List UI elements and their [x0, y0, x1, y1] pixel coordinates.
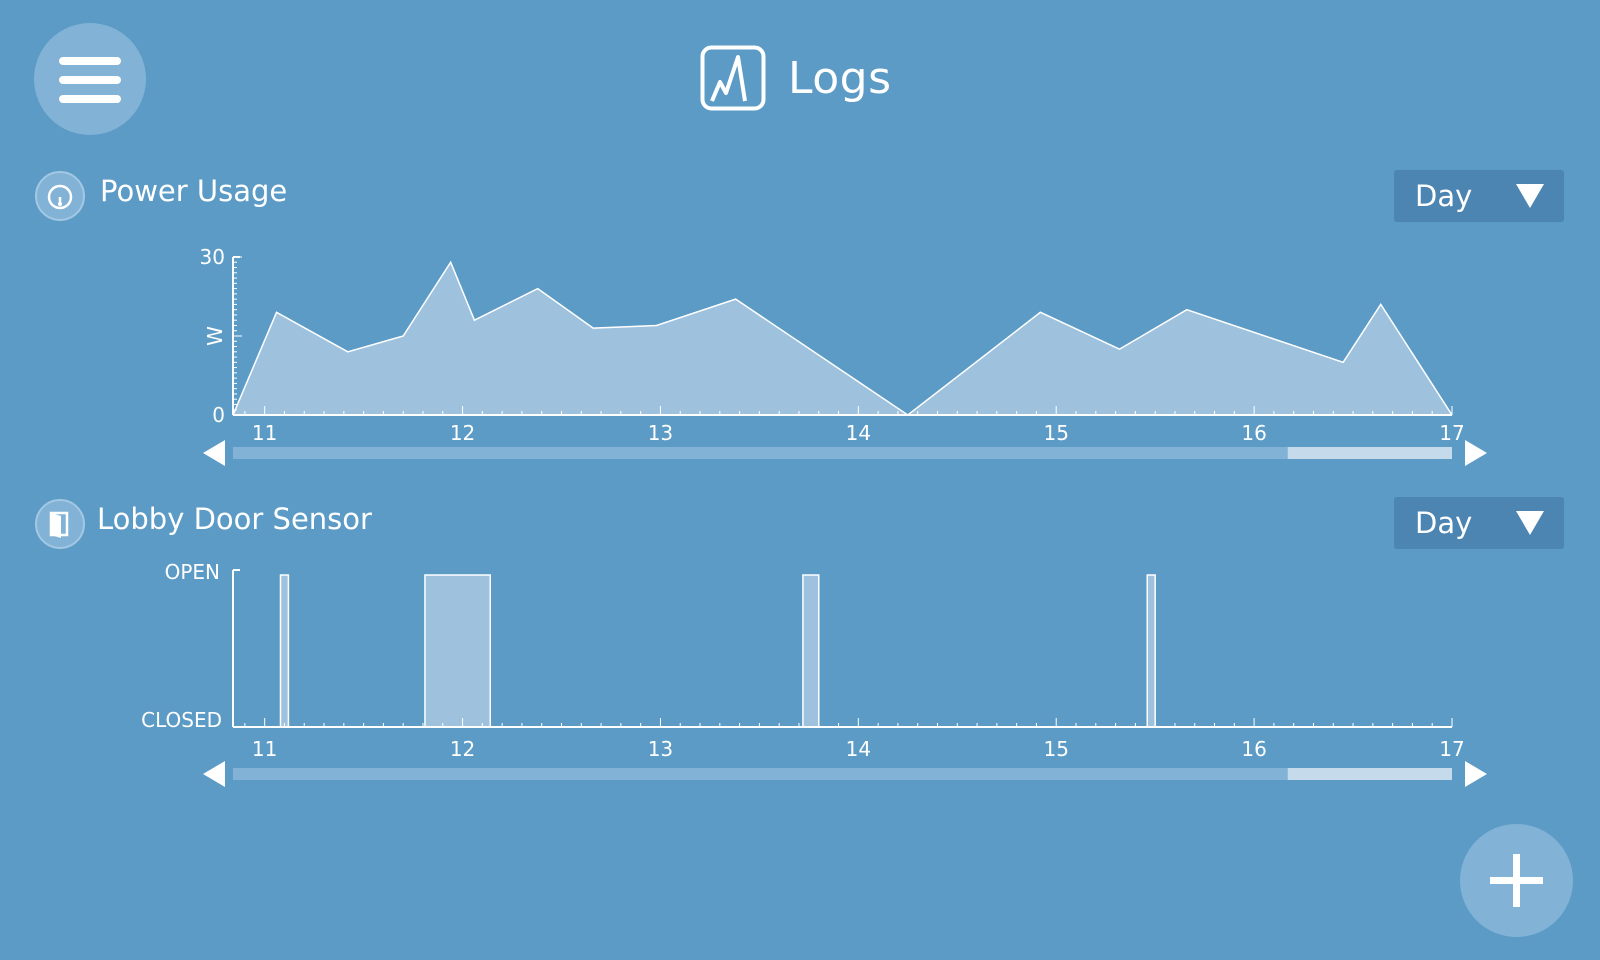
arrow-left-icon[interactable]: [203, 440, 225, 466]
y-label-closed: CLOSED: [141, 708, 222, 732]
x-tick-label: 16: [1241, 421, 1266, 445]
dropdown-value: Day: [1415, 179, 1473, 213]
door-open-bar: [1146, 574, 1156, 728]
y-axis-label: W: [203, 326, 227, 346]
power-section-icon: [35, 171, 85, 221]
arrow-right-icon[interactable]: [1465, 440, 1487, 466]
scroll-thumb[interactable]: [1287, 768, 1452, 780]
x-tick-label: 16: [1241, 737, 1266, 761]
hamburger-menu-icon: [59, 57, 121, 65]
arrow-left-icon[interactable]: [203, 761, 225, 787]
page-title: Logs: [788, 52, 892, 104]
triangle-down-icon: [1516, 511, 1544, 535]
page-header: Logs: [700, 45, 892, 111]
x-tick-label: 11: [252, 421, 277, 445]
x-tick-label: 13: [648, 421, 673, 445]
door-sensor-title: Lobby Door Sensor: [97, 502, 372, 536]
x-tick-label: 14: [846, 737, 871, 761]
x-tick-label: 15: [1043, 737, 1068, 761]
door-open-bar: [802, 574, 820, 728]
x-tick-label: 13: [648, 737, 673, 761]
triangle-down-icon: [1516, 184, 1544, 208]
door-open-bar: [279, 574, 290, 728]
x-tick-label: 12: [450, 421, 475, 445]
power-range-dropdown[interactable]: Day: [1394, 170, 1564, 222]
y-tick-label: 30: [200, 245, 225, 269]
x-tick-label: 15: [1043, 421, 1068, 445]
scroll-track[interactable]: [233, 768, 1452, 780]
dropdown-value: Day: [1415, 506, 1473, 540]
power-usage-chart: 0 30 W 11 12 13 14 15 16 17: [200, 245, 1487, 466]
x-tick-label: 12: [450, 737, 475, 761]
door-range-dropdown[interactable]: Day: [1394, 497, 1564, 549]
x-tick-label: 11: [252, 737, 277, 761]
y-tick-label: 0: [212, 403, 225, 427]
app: Logs Power Usage Day 0 30 W 11 12 13 14 15 16 17 …: [0, 0, 1600, 960]
gauge-icon: [47, 184, 73, 210]
door-section-icon: [35, 499, 85, 549]
menu-button[interactable]: [34, 23, 146, 135]
arrow-right-icon[interactable]: [1465, 761, 1487, 787]
scroll-thumb[interactable]: [1287, 447, 1452, 459]
plus-icon-stroke: [1513, 854, 1520, 907]
hamburger-menu-icon-bar: [59, 76, 121, 84]
door-sensor-chart: OPEN CLOSED 11 12 13 14 15 16 17: [141, 560, 1487, 787]
logs-chart-icon: [700, 45, 766, 111]
scroll-track[interactable]: [233, 447, 1452, 459]
hamburger-menu-icon-bar: [59, 95, 121, 103]
y-label-open: OPEN: [165, 560, 220, 584]
power-area: [233, 262, 1452, 415]
x-tick-label: 17: [1439, 421, 1464, 445]
x-tick-label: 17: [1439, 737, 1464, 761]
door-open-bar: [424, 574, 492, 728]
door-icon: [49, 511, 69, 538]
x-tick-label: 14: [846, 421, 871, 445]
add-button[interactable]: [1460, 824, 1573, 937]
power-usage-title: Power Usage: [100, 174, 288, 208]
